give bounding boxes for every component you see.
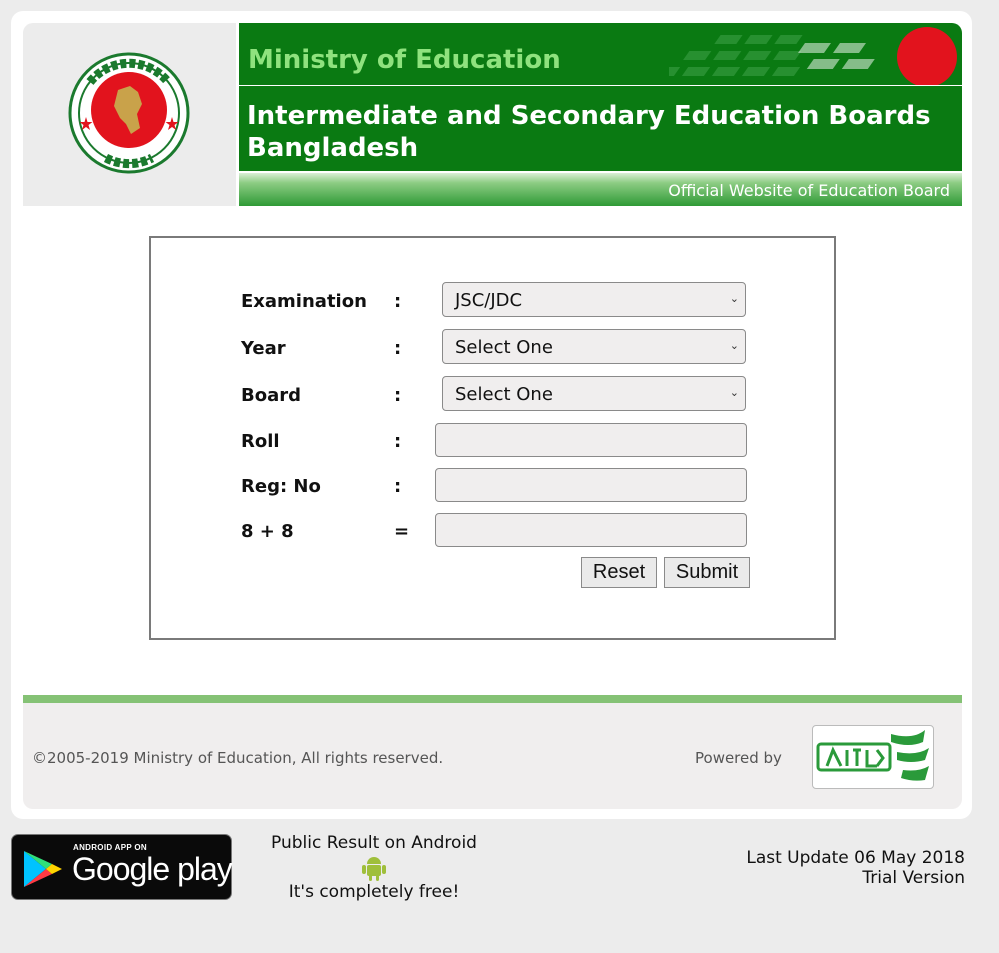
- chevron-down-icon: ⌄: [729, 386, 739, 399]
- year-label: Year: [241, 338, 286, 359]
- roll-input[interactable]: [435, 423, 747, 457]
- footer: ©2005-2019 Ministry of Education, All ri…: [23, 703, 962, 809]
- chevron-down-icon: ⌄: [729, 292, 739, 305]
- logo-cell: [23, 23, 236, 206]
- year-separator: :: [394, 338, 402, 359]
- banner-bottom: Official Website of Education Board: [239, 173, 962, 206]
- reg-no-input[interactable]: [435, 468, 747, 502]
- roll-separator: :: [394, 431, 402, 452]
- board-separator: :: [394, 385, 402, 406]
- android-promo-line2: It's completely free!: [288, 882, 460, 902]
- board-title-line1: Intermediate and Secondary Education Boa…: [247, 101, 931, 131]
- board-label: Board: [241, 385, 301, 406]
- android-promo-line1: Public Result on Android: [271, 833, 477, 853]
- last-update-info: Last Update 06 May 2018 Trial Version: [746, 848, 965, 888]
- result-form: Examination : JSC/JDC ⌄ Year : Select On…: [149, 236, 836, 640]
- board-title: Intermediate and Secondary Education Boa…: [247, 100, 947, 164]
- version-text: Trial Version: [862, 868, 965, 888]
- google-play-icon: [24, 851, 62, 887]
- banner-middle: Intermediate and Secondary Education Boa…: [239, 86, 962, 171]
- official-website-text: Official Website of Education Board: [668, 181, 950, 200]
- google-play-big-text: Google play: [72, 851, 233, 887]
- footer-accent-bar: [23, 695, 962, 703]
- flag-graphic: [669, 27, 957, 85]
- captcha-label: 8 + 8: [241, 521, 294, 542]
- header-banner: Ministry of Education Intermediate and S…: [239, 23, 962, 206]
- copyright-text: ©2005-2019 Ministry of Education, All ri…: [32, 749, 444, 767]
- google-play-badge[interactable]: ANDROID APP ON Google play: [11, 834, 233, 900]
- board-title-line2: Bangladesh: [247, 133, 419, 163]
- roll-label: Roll: [241, 431, 280, 452]
- last-update-text: Last Update 06 May 2018: [746, 848, 965, 868]
- reg-no-label: Reg: No: [241, 476, 321, 497]
- year-select[interactable]: Select One ⌄: [442, 329, 746, 364]
- teletalk-logo-icon: [816, 730, 929, 781]
- captcha-input[interactable]: [435, 513, 747, 547]
- year-selected-value: Select One: [455, 337, 553, 358]
- android-promo: Public Result on Android It's completely…: [255, 833, 493, 902]
- examination-separator: :: [394, 291, 402, 312]
- examination-select[interactable]: JSC/JDC ⌄: [442, 282, 746, 317]
- powered-by-text: Powered by: [695, 749, 782, 767]
- banner-top: Ministry of Education: [239, 23, 962, 85]
- teletalk-logo[interactable]: [812, 725, 934, 789]
- board-selected-value: Select One: [455, 384, 553, 405]
- android-icon: [362, 857, 386, 881]
- reset-button[interactable]: Reset: [581, 557, 657, 588]
- reg-no-separator: :: [394, 476, 402, 497]
- submit-button[interactable]: Submit: [664, 557, 750, 588]
- government-seal-icon: [68, 52, 190, 174]
- ministry-title: Ministry of Education: [248, 45, 561, 75]
- chevron-down-icon: ⌄: [729, 339, 739, 352]
- board-select[interactable]: Select One ⌄: [442, 376, 746, 411]
- captcha-separator: =: [394, 521, 410, 542]
- examination-label: Examination: [241, 291, 367, 312]
- examination-selected-value: JSC/JDC: [455, 290, 523, 311]
